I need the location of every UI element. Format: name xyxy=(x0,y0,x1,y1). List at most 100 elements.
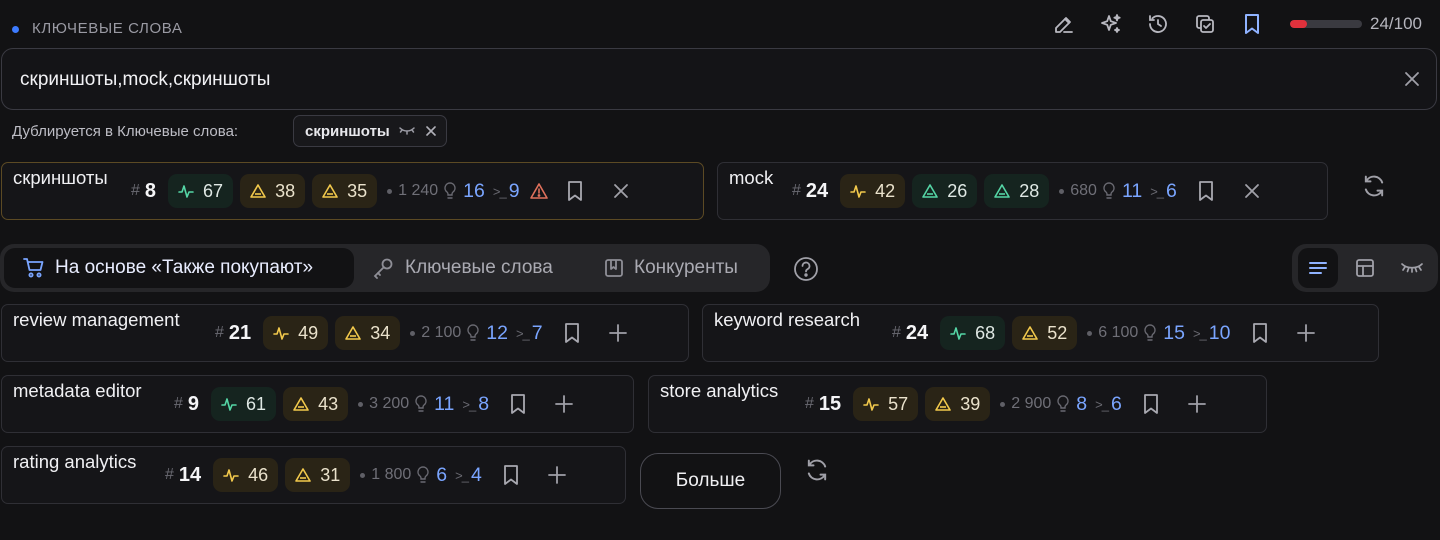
bookmark-button[interactable] xyxy=(557,318,587,348)
list-view-button[interactable] xyxy=(1298,248,1338,288)
popularity-pill: 49 xyxy=(263,316,329,350)
search-volume: 2 100 xyxy=(421,324,462,341)
keyword-name: keyword research xyxy=(714,309,861,330)
pill-value: 26 xyxy=(947,180,968,201)
result-count: 8 xyxy=(144,179,157,202)
eye-closed-icon[interactable] xyxy=(398,125,416,137)
help-icon[interactable] xyxy=(792,255,820,283)
bulb-icon xyxy=(1056,395,1070,413)
tab-competitors[interactable]: Конкуренты xyxy=(603,248,738,288)
keyword-metrics: #24 42 26 28 680 11 >_ 6 xyxy=(792,163,1267,219)
difficulty-pill: 39 xyxy=(925,387,991,421)
keyword-card: mock #24 42 26 28 680 11 >_ 6 xyxy=(717,162,1328,220)
edit-icon[interactable] xyxy=(1048,8,1080,40)
keyword-card: metadata editor #9 61 43 3 200 11 >_ 8 xyxy=(1,375,634,433)
result-count: 24 xyxy=(905,321,929,344)
search-volume: 1 800 xyxy=(371,466,412,483)
bulb-icon xyxy=(414,395,428,413)
pill-value: 46 xyxy=(248,464,269,485)
bookmark-button[interactable] xyxy=(503,389,533,419)
bookmark-button[interactable] xyxy=(1136,389,1166,419)
add-keyword-button[interactable] xyxy=(542,460,572,490)
search-volume: 2 900 xyxy=(1011,395,1052,412)
keywords-input-box xyxy=(1,48,1437,111)
sparkles-icon[interactable] xyxy=(1095,8,1127,40)
copy-icon[interactable] xyxy=(1189,8,1221,40)
more-button[interactable]: Больше xyxy=(640,453,781,509)
pill-value: 67 xyxy=(203,180,224,201)
hide-view-button[interactable] xyxy=(1392,248,1432,288)
tab-keywords[interactable]: Ключевые слова xyxy=(372,248,553,288)
bookmark-button[interactable] xyxy=(1191,176,1221,206)
result-count: 9 xyxy=(187,392,200,415)
difficulty-pill: 26 xyxy=(912,174,978,208)
popularity-pill: 46 xyxy=(213,458,279,492)
keyword-name: metadata editor xyxy=(13,380,142,401)
bookmark-button[interactable] xyxy=(560,176,590,206)
pill-value: 43 xyxy=(318,393,339,414)
hash-icon: # xyxy=(215,324,224,341)
triangle-icon xyxy=(994,183,1011,199)
add-keyword-button[interactable] xyxy=(549,389,579,419)
triangle-icon xyxy=(1022,325,1038,341)
pulse-icon xyxy=(178,183,194,199)
pulse-icon xyxy=(950,325,966,341)
tab-keywords-label: Ключевые слова xyxy=(405,257,553,278)
refresh-selected-icon[interactable] xyxy=(1360,172,1390,202)
triangle-icon xyxy=(322,183,338,199)
history-icon[interactable] xyxy=(1142,8,1174,40)
add-keyword-button[interactable] xyxy=(603,318,633,348)
triangle-icon xyxy=(345,325,361,341)
position-value: 9 xyxy=(508,179,520,202)
bookmark-button[interactable] xyxy=(1245,318,1275,348)
keyword-card: keyword research #24 68 52 6 100 15 >_ 10 xyxy=(702,304,1379,362)
view-mode-group xyxy=(1292,244,1438,292)
ideas-count: 16 xyxy=(463,179,485,202)
position-value: 10 xyxy=(1208,321,1231,344)
remove-keyword-button[interactable] xyxy=(1237,176,1267,206)
separator-dot xyxy=(387,188,393,194)
keyword-name: review management xyxy=(13,309,180,330)
triangle-icon xyxy=(935,396,951,412)
tab-also-bought-label: На основе «Также покупают» xyxy=(55,257,314,278)
usage-progress-bar xyxy=(1290,20,1362,28)
separator-dot xyxy=(360,472,366,478)
remove-duplicate-icon[interactable] xyxy=(424,124,438,138)
pill-value: 68 xyxy=(975,322,996,343)
result-count: 21 xyxy=(228,321,252,344)
pill-value: 39 xyxy=(960,393,981,414)
table-view-button[interactable] xyxy=(1345,248,1385,288)
keyword-name: скриншоты xyxy=(13,167,108,188)
hash-icon: # xyxy=(165,466,174,483)
bookmark-icon[interactable] xyxy=(1236,8,1268,40)
keyword-name: mock xyxy=(729,167,774,188)
difficulty-pill: 43 xyxy=(283,387,349,421)
difficulty-pill: 38 xyxy=(240,174,306,208)
tab-also-bought[interactable]: На основе «Также покупают» xyxy=(4,248,354,288)
add-keyword-button[interactable] xyxy=(1182,389,1212,419)
pulse-icon xyxy=(221,396,237,412)
pill-value: 61 xyxy=(246,393,267,414)
bookmark-button[interactable] xyxy=(496,460,526,490)
ideas-count: 12 xyxy=(486,321,508,344)
separator-dot xyxy=(1087,330,1093,336)
hash-icon: # xyxy=(131,182,140,199)
source-tabs: На основе «Также покупают» Ключевые слов… xyxy=(0,244,770,292)
keyword-metrics: #24 68 52 6 100 15 >_ 10 xyxy=(892,305,1321,361)
hash-icon: # xyxy=(792,182,801,199)
add-keyword-button[interactable] xyxy=(1291,318,1321,348)
difficulty-pill: 35 xyxy=(312,174,378,208)
popularity-pill: 42 xyxy=(840,174,906,208)
remove-keyword-button[interactable] xyxy=(606,176,636,206)
separator-dot xyxy=(410,330,416,336)
pill-value: 49 xyxy=(298,322,319,343)
bulb-icon xyxy=(1143,324,1157,342)
separator-dot xyxy=(358,401,364,407)
duplicate-chip: скриншоты xyxy=(293,115,447,147)
position-value: 8 xyxy=(478,392,490,415)
keywords-input[interactable] xyxy=(18,49,1382,111)
clear-input-button[interactable] xyxy=(1396,63,1428,95)
terminal-icon: >_ xyxy=(1192,325,1207,341)
keyword-card: rating analytics #14 46 31 1 800 6 >_ 4 xyxy=(1,446,626,504)
refresh-suggestions-icon[interactable] xyxy=(803,456,833,486)
